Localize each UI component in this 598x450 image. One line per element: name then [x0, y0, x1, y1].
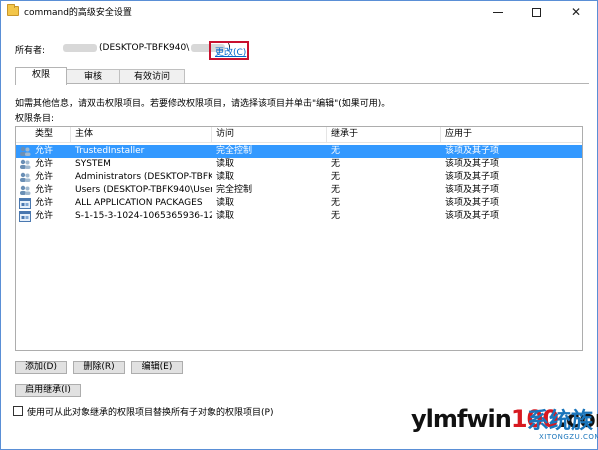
minimize-icon: [493, 11, 503, 13]
advanced-security-window: command的高级安全设置 ✕ 所有者: (DESKTOP-TBFK940\)…: [0, 0, 598, 450]
cell-applies-to: 该项及其子项: [445, 146, 500, 156]
app-package-icon: [19, 198, 31, 209]
cell-principal: SYSTEM: [75, 159, 111, 169]
edit-button[interactable]: 编辑(E): [131, 361, 183, 374]
cell-access: 读取: [216, 198, 235, 208]
app-package-icon: [19, 211, 31, 222]
list-row[interactable]: 允许 ALL APPLICATION PACKAGES 读取 无 该项及其子项: [16, 197, 582, 210]
list-row[interactable]: 允许 SYSTEM 读取 无 该项及其子项: [16, 158, 582, 171]
cell-type: 允许: [35, 211, 54, 221]
title-bar[interactable]: command的高级安全设置 ✕: [1, 1, 597, 23]
list-header: 类型 主体 访问 继承于 应用于: [16, 127, 582, 143]
cell-inherited-from: 无: [331, 185, 341, 195]
list-row[interactable]: 允许 Users (DESKTOP-TBFK940\Users) 完全控制 无 …: [16, 184, 582, 197]
watermark-sub-text: XITONGZU.COM: [539, 433, 598, 441]
remove-button[interactable]: 删除(R): [73, 361, 125, 374]
cell-access: 完全控制: [216, 185, 253, 195]
cell-applies-to: 该项及其子项: [445, 198, 500, 208]
redacted-username: [63, 43, 97, 52]
folder-icon: [7, 4, 19, 16]
owner-value: (DESKTOP-TBFK940\): [61, 43, 231, 53]
close-icon: ✕: [570, 5, 582, 19]
maximize-icon: [531, 7, 541, 17]
change-owner-link[interactable]: 更改(C): [215, 45, 246, 58]
cell-type: 允许: [35, 146, 54, 156]
close-button[interactable]: ✕: [557, 1, 595, 23]
column-header-inherited-from[interactable]: 继承于: [327, 127, 441, 143]
cell-type: 允许: [35, 172, 54, 182]
cell-inherited-from: 无: [331, 198, 341, 208]
users-icon: [20, 159, 31, 169]
enable-inheritance-button[interactable]: 启用继承(I): [15, 384, 81, 397]
column-header-type[interactable]: 类型: [31, 127, 71, 143]
list-row[interactable]: 允许 TrustedInstaller 完全控制 无 该项及其子项: [16, 145, 582, 158]
column-header-principal[interactable]: 主体: [71, 127, 212, 143]
cell-access: 读取: [216, 211, 235, 221]
column-header-access[interactable]: 访问: [212, 127, 327, 143]
cell-principal: Users (DESKTOP-TBFK940\Users): [75, 185, 212, 195]
list-row[interactable]: 允许 Administrators (DESKTOP-TBFK9... 读取 无…: [16, 171, 582, 184]
cell-access: 读取: [216, 159, 235, 169]
cell-applies-to: 该项及其子项: [445, 159, 500, 169]
list-row[interactable]: 允许 S-1-15-3-1024-1065365936-128... 读取 无 …: [16, 210, 582, 223]
cell-principal: Administrators (DESKTOP-TBFK9...: [75, 172, 212, 182]
cell-principal: TrustedInstaller: [75, 146, 145, 156]
cell-inherited-from: 无: [331, 159, 341, 169]
add-button[interactable]: 添加(D): [15, 361, 67, 374]
tab-permissions[interactable]: 权限: [15, 67, 67, 85]
cell-applies-to: 该项及其子项: [445, 185, 500, 195]
tab-auditing[interactable]: 审核: [66, 69, 120, 84]
cell-principal: S-1-15-3-1024-1065365936-128...: [75, 211, 212, 221]
minimize-button[interactable]: [479, 1, 517, 23]
maximize-button[interactable]: [517, 1, 555, 23]
cell-type: 允许: [35, 185, 54, 195]
cell-principal: ALL APPLICATION PACKAGES: [75, 198, 203, 208]
owner-label: 所有者:: [15, 46, 46, 56]
watermark-logo: ylmfwin100.com 系统族 XITONGZU.COM: [401, 401, 598, 450]
cell-type: 允许: [35, 159, 54, 169]
instructions-text: 如需其他信息，请双击权限项目。若要修改权限项目，请选择该项目并单击"编辑"(如果…: [15, 99, 391, 109]
users-icon: [20, 185, 31, 195]
cell-applies-to: 该项及其子项: [445, 211, 500, 221]
cell-inherited-from: 无: [331, 211, 341, 221]
cell-applies-to: 该项及其子项: [445, 172, 500, 182]
permission-entries-list[interactable]: 类型 主体 访问 继承于 应用于 允许 TrustedInstaller 完全控…: [15, 126, 583, 351]
watermark-cn-text: 系统族: [527, 409, 594, 434]
cell-inherited-from: 无: [331, 146, 341, 156]
cell-inherited-from: 无: [331, 172, 341, 182]
replace-child-permissions-label[interactable]: 使用可从此对象继承的权限项目替换所有子对象的权限项目(P): [27, 405, 273, 418]
users-icon: [20, 146, 31, 156]
window-title: command的高级安全设置: [24, 8, 132, 18]
tab-panel-border: [15, 83, 589, 84]
permission-entries-label: 权限条目:: [15, 114, 55, 124]
users-icon: [20, 172, 31, 182]
cell-access: 完全控制: [216, 146, 253, 156]
cell-type: 允许: [35, 198, 54, 208]
tab-effective-access[interactable]: 有效访问: [119, 69, 185, 84]
cell-access: 读取: [216, 172, 235, 182]
column-header-applies-to[interactable]: 应用于: [441, 127, 582, 143]
replace-child-permissions-checkbox[interactable]: [13, 406, 23, 416]
